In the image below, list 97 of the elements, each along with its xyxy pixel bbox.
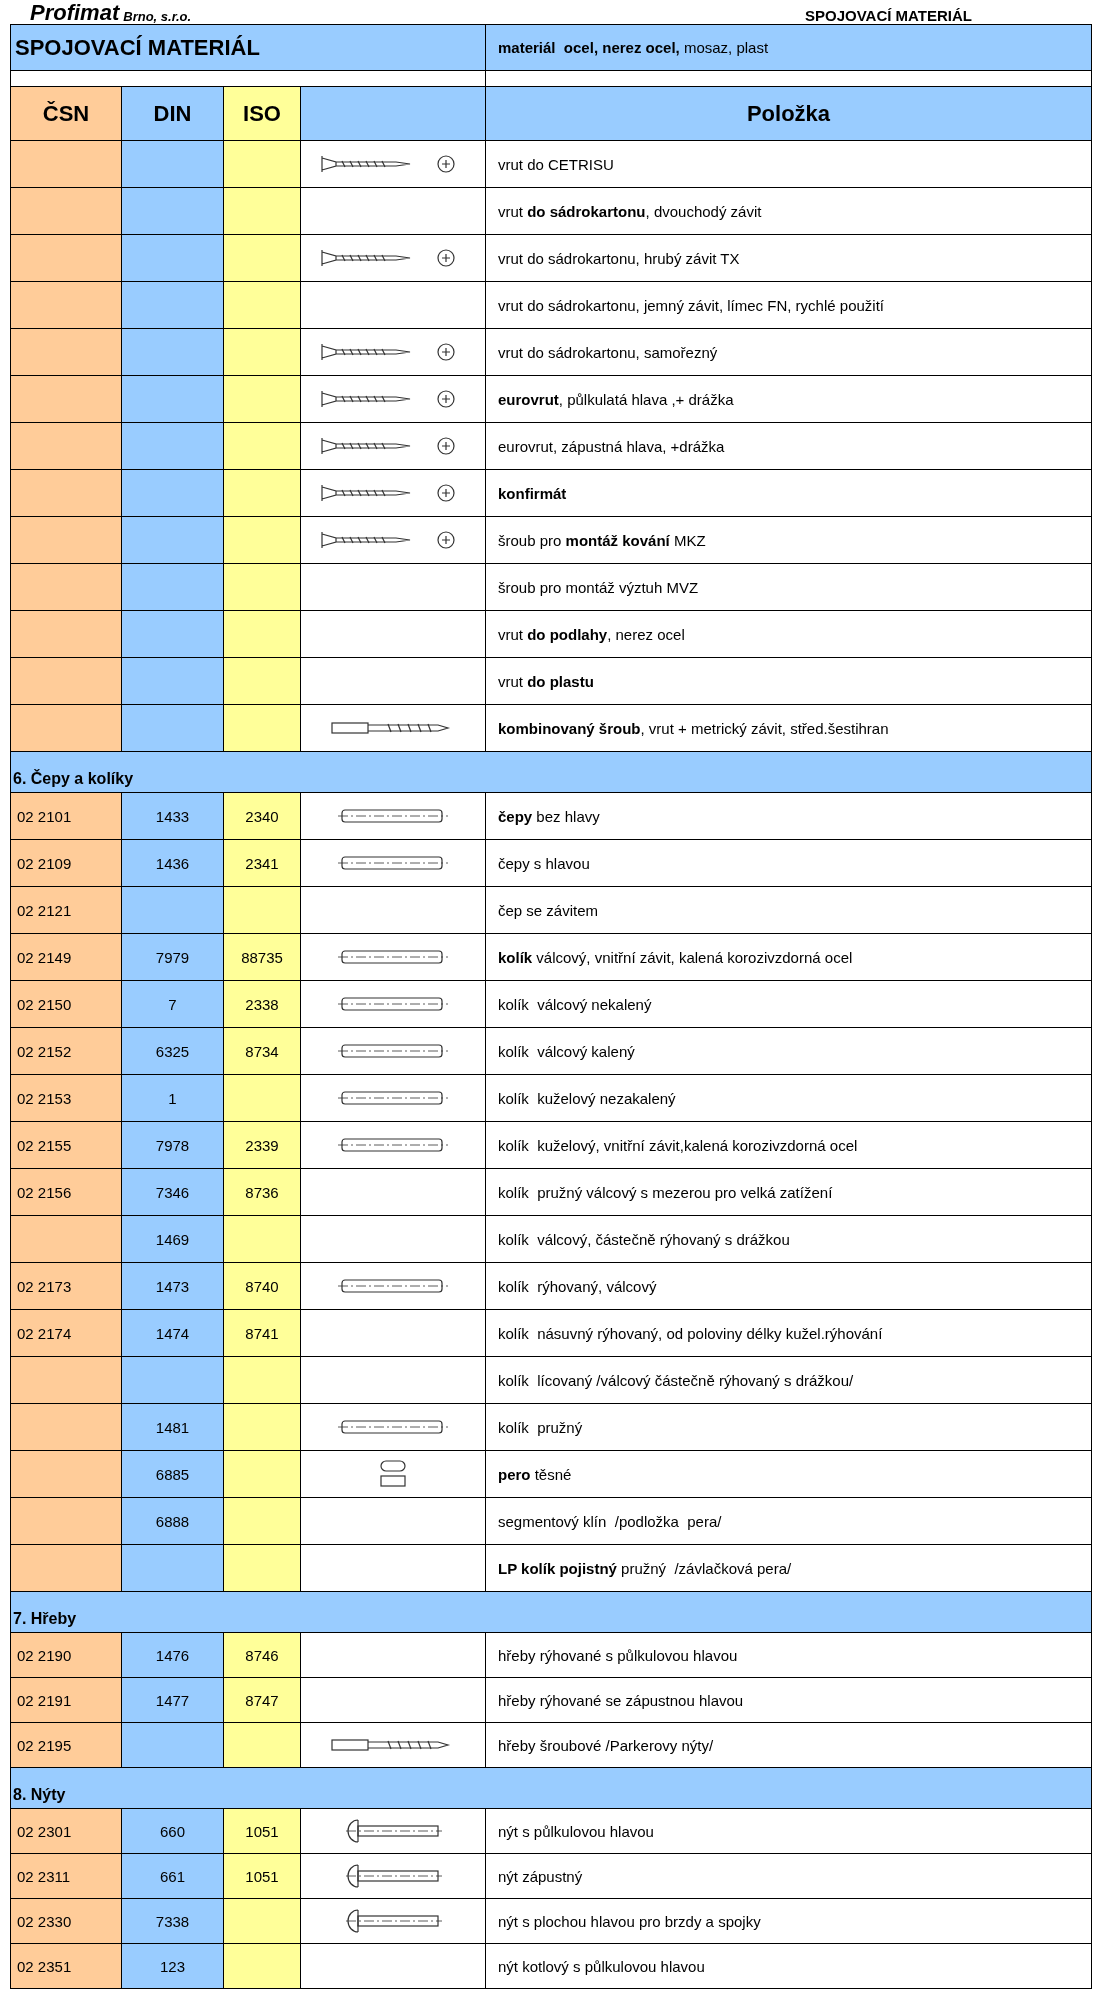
table-cell: 7978 xyxy=(122,1122,224,1169)
column-header: ISO xyxy=(224,87,301,141)
table-cell: 02 2173 xyxy=(11,1263,122,1310)
item-description: kolík pružný válcový s mezerou pro velká zatížení xyxy=(486,1169,1092,1216)
material-note: materiál ocel, nerez ocel, mosaz, plast xyxy=(486,25,1092,71)
section-header: 7. Hřeby xyxy=(11,1592,1092,1633)
table-cell: 02 2152 xyxy=(11,1028,122,1075)
item-description: kolík válcový nekalený xyxy=(486,981,1092,1028)
table-cell: 02 2155 xyxy=(11,1122,122,1169)
table-cell: 6325 xyxy=(122,1028,224,1075)
table-cell: 02 2121 xyxy=(11,887,122,934)
table-cell: 8741 xyxy=(224,1310,301,1357)
column-header: Položka xyxy=(486,87,1092,141)
item-description: kolík násuvný rýhovaný, od poloviny délky kužel.rýhování xyxy=(486,1310,1092,1357)
table-cell: 02 2191 xyxy=(11,1678,122,1723)
table-cell: 02 2101 xyxy=(11,793,122,840)
table-cell: 2340 xyxy=(224,793,301,840)
table-cell: 2338 xyxy=(224,981,301,1028)
item-description: vrut do sádrokartonu, jemný závit, límec FN, rychlé použití xyxy=(486,282,1092,329)
item-description: čep se závitem xyxy=(486,887,1092,934)
table-cell: 02 2156 xyxy=(11,1169,122,1216)
table-cell: 1 xyxy=(122,1075,224,1122)
item-description: eurovrut, zápustná hlava, +drážka xyxy=(486,423,1092,470)
table-cell: 02 2153 xyxy=(11,1075,122,1122)
item-description: kolík kuželový nezakalený xyxy=(486,1075,1092,1122)
section-header: 6. Čepy a kolíky xyxy=(11,752,1092,793)
item-description: pero těsné xyxy=(486,1451,1092,1498)
item-description: vrut do sádrokartonu, dvouchodý závit xyxy=(486,188,1092,235)
table-cell: 660 xyxy=(122,1809,224,1854)
table-cell: 1477 xyxy=(122,1678,224,1723)
table-cell: 8740 xyxy=(224,1263,301,1310)
item-description: kolík lícovaný /válcový částečně rýhovaný s drážkou/ xyxy=(486,1357,1092,1404)
section-header: 8. Nýty xyxy=(11,1768,1092,1809)
item-description: šroub pro montáž kování MKZ xyxy=(486,517,1092,564)
item-description: hřeby rýhované se zápustnou hlavou xyxy=(486,1678,1092,1723)
table-cell: 8736 xyxy=(224,1169,301,1216)
table-cell: 2341 xyxy=(224,840,301,887)
company-logo: Profimat xyxy=(30,2,120,24)
item-description: nýt s půlkulovou hlavou xyxy=(486,1809,1092,1854)
item-description: vrut do CETRISU xyxy=(486,141,1092,188)
item-description: nýt kotlový s půlkulovou hlavou xyxy=(486,1944,1092,1989)
item-description: konfirmát xyxy=(486,470,1092,517)
item-description: nýt zápustný xyxy=(486,1854,1092,1899)
table-cell: 02 2149 xyxy=(11,934,122,981)
item-description: kolík válcový, vnitřní závit, kalená korozivzdorná ocel xyxy=(486,934,1092,981)
table-cell: 1474 xyxy=(122,1310,224,1357)
table-cell: 02 2174 xyxy=(11,1310,122,1357)
table-cell: 7979 xyxy=(122,934,224,981)
table-cell: 8734 xyxy=(224,1028,301,1075)
item-description: čepy bez hlavy xyxy=(486,793,1092,840)
table-cell: 7346 xyxy=(122,1169,224,1216)
page-title: SPOJOVACÍ MATERIÁL xyxy=(805,7,972,24)
table-cell: 02 2311 xyxy=(11,1854,122,1899)
table-cell: 02 2190 xyxy=(11,1633,122,1678)
table-cell: 6885 xyxy=(122,1451,224,1498)
table-cell: 1051 xyxy=(224,1809,301,1854)
table-cell: 02 2301 xyxy=(11,1809,122,1854)
table-cell: 1473 xyxy=(122,1263,224,1310)
table-cell: 7 xyxy=(122,981,224,1028)
table-cell: 02 2330 xyxy=(11,1899,122,1944)
table-cell: 1436 xyxy=(122,840,224,887)
column-header: DIN xyxy=(122,87,224,141)
table-cell: 661 xyxy=(122,1854,224,1899)
table-title: SPOJOVACÍ MATERIÁL xyxy=(11,25,486,71)
table-cell: 2339 xyxy=(224,1122,301,1169)
table-cell: 02 2195 xyxy=(11,1723,122,1768)
item-description: eurovrut, půlkulatá hlava ,+ drážka xyxy=(486,376,1092,423)
item-description: hřeby rýhované s půlkulovou hlavou xyxy=(486,1633,1092,1678)
item-description: šroub pro montáž výztuh MVZ xyxy=(486,564,1092,611)
item-description: kolík válcový, částečně rýhovaný s drážkou xyxy=(486,1216,1092,1263)
item-description: kolík pružný xyxy=(486,1404,1092,1451)
column-header: ČSN xyxy=(11,87,122,141)
item-description: kolík kuželový, vnitřní závit,kalená korozivzdorná ocel xyxy=(486,1122,1092,1169)
table-cell: 8746 xyxy=(224,1633,301,1678)
table-cell: 88735 xyxy=(224,934,301,981)
item-description: vrut do plastu xyxy=(486,658,1092,705)
table-cell: 8747 xyxy=(224,1678,301,1723)
item-description: vrut do sádrokartonu, hrubý závit TX xyxy=(486,235,1092,282)
item-description: čepy s hlavou xyxy=(486,840,1092,887)
item-description: kolík rýhovaný, válcový xyxy=(486,1263,1092,1310)
item-description: kolík válcový kalený xyxy=(486,1028,1092,1075)
table-cell: 123 xyxy=(122,1944,224,1989)
item-description: vrut do podlahy, nerez ocel xyxy=(486,611,1092,658)
item-description: nýt s plochou hlavou pro brzdy a spojky xyxy=(486,1899,1092,1944)
table-cell: 1051 xyxy=(224,1854,301,1899)
table-cell: 1481 xyxy=(122,1404,224,1451)
table-cell: 02 2150 xyxy=(11,981,122,1028)
table-cell: 1476 xyxy=(122,1633,224,1678)
table-cell: 7338 xyxy=(122,1899,224,1944)
item-description: segmentový klín /podložka pera/ xyxy=(486,1498,1092,1545)
table-cell: 02 2109 xyxy=(11,840,122,887)
table-cell: 1433 xyxy=(122,793,224,840)
table-cell: 02 2351 xyxy=(11,1944,122,1989)
table-cell: 6888 xyxy=(122,1498,224,1545)
company-name: Brno, s.r.o. xyxy=(123,9,192,24)
item-description: vrut do sádrokartonu, samořezný xyxy=(486,329,1092,376)
table-cell: 1469 xyxy=(122,1216,224,1263)
